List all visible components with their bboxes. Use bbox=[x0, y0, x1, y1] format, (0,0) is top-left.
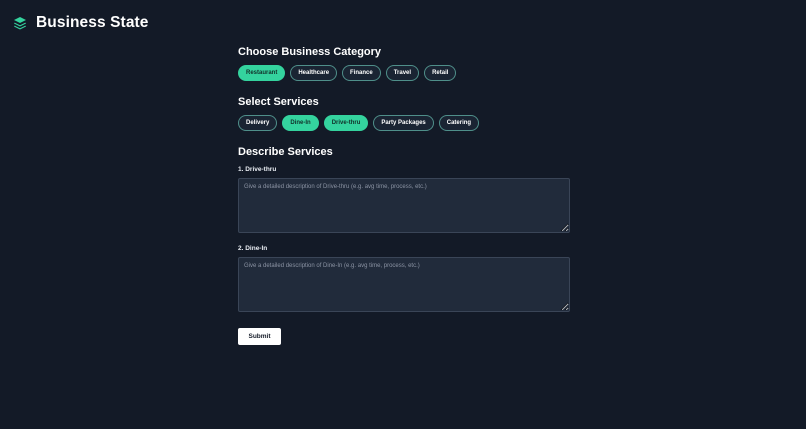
layers-icon bbox=[13, 16, 27, 30]
services-section: Select Services Delivery Dine-In Drive-t… bbox=[238, 96, 570, 131]
category-section: Choose Business Category Restaurant Heal… bbox=[238, 46, 570, 81]
service-dine-in-button[interactable]: Dine-In bbox=[282, 115, 319, 131]
submit-button[interactable]: Submit bbox=[238, 328, 281, 345]
drive-thru-label: 1. Drive-thru bbox=[238, 166, 277, 173]
category-healthcare-button[interactable]: Healthcare bbox=[290, 65, 338, 81]
category-retail-button[interactable]: Retail bbox=[424, 65, 457, 81]
dine-in-description-input[interactable] bbox=[238, 257, 570, 312]
category-travel-button[interactable]: Travel bbox=[385, 65, 420, 81]
service-catering-button[interactable]: Catering bbox=[438, 115, 480, 131]
service-drive-thru-button[interactable]: Drive-thru bbox=[323, 115, 369, 131]
services-title: Select Services bbox=[238, 96, 319, 108]
dine-in-label: 2. Dine-In bbox=[238, 245, 268, 252]
describe-title: Describe Services bbox=[238, 146, 333, 158]
services-options: Delivery Dine-In Drive-thru Party Packag… bbox=[238, 115, 570, 131]
drive-thru-description-input[interactable] bbox=[238, 178, 570, 233]
app-title: Business State bbox=[36, 14, 149, 31]
category-title: Choose Business Category bbox=[238, 46, 382, 58]
service-delivery-button[interactable]: Delivery bbox=[238, 115, 278, 131]
describe-section: Describe Services 1. Drive-thru 2. Dine-… bbox=[238, 146, 570, 312]
app-header: Business State bbox=[13, 14, 149, 32]
category-restaurant-button[interactable]: Restaurant bbox=[238, 65, 286, 81]
service-party-packages-button[interactable]: Party Packages bbox=[373, 115, 434, 131]
category-finance-button[interactable]: Finance bbox=[342, 65, 381, 81]
category-options: Restaurant Healthcare Finance Travel Ret… bbox=[238, 65, 570, 81]
business-form: Choose Business Category Restaurant Heal… bbox=[238, 45, 570, 345]
